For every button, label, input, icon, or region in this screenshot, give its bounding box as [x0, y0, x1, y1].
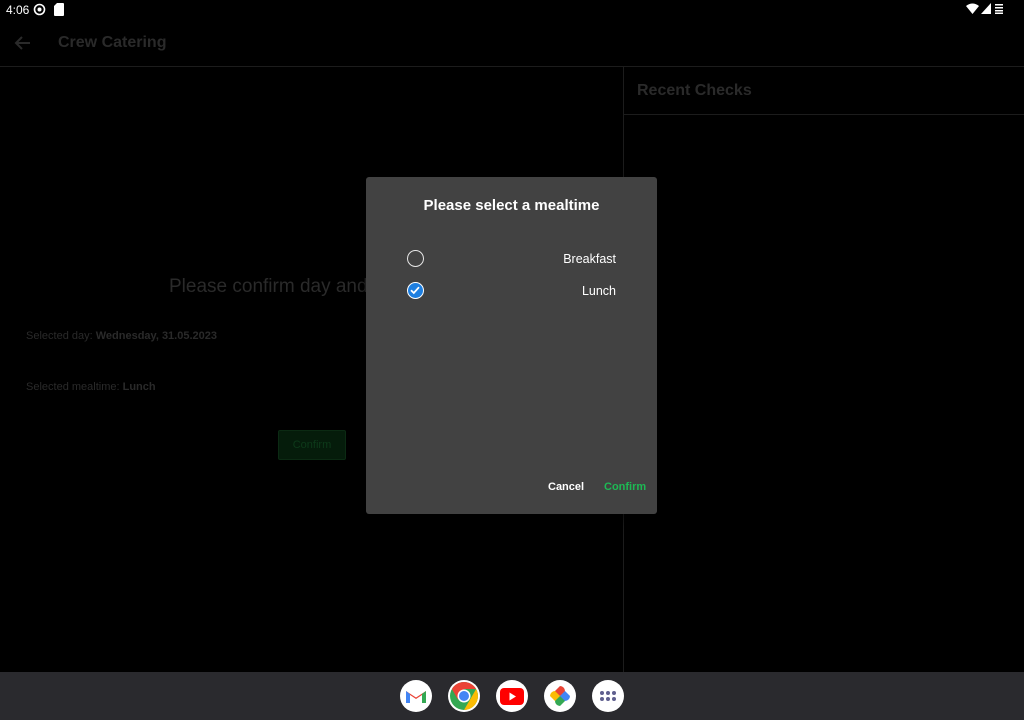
mealtime-dialog: Please select a mealtime Breakfast Lunch…	[366, 177, 657, 514]
gmail-icon[interactable]	[400, 680, 432, 712]
selected-day-text: Selected day: Wednesday, 31.05.2023	[26, 330, 217, 342]
chrome-icon[interactable]	[448, 680, 480, 712]
radio-unchecked-icon[interactable]	[407, 250, 424, 267]
status-bar: 4:06	[0, 0, 1024, 20]
selected-mealtime-label: Selected mealtime:	[26, 381, 123, 393]
option-breakfast[interactable]: Breakfast	[396, 246, 626, 274]
cancel-button[interactable]: Cancel	[548, 481, 584, 493]
app-drawer-icon[interactable]	[592, 680, 624, 712]
selected-day-label: Selected day:	[26, 330, 96, 342]
confirm-button[interactable]: Confirm	[604, 481, 646, 493]
wifi-icon	[966, 3, 979, 14]
recent-checks-title: Recent Checks	[637, 82, 752, 99]
option-label: Breakfast	[563, 252, 616, 266]
photos-icon[interactable]	[544, 680, 576, 712]
sd-card-icon	[54, 3, 64, 16]
app-bar: Crew Catering	[0, 20, 1024, 67]
radio-checked-icon[interactable]	[407, 282, 424, 299]
youtube-icon[interactable]	[496, 680, 528, 712]
status-time: 4:06	[6, 3, 30, 17]
background-confirm-button: Confirm	[278, 430, 346, 460]
cell-signal-icon	[981, 3, 991, 14]
dialog-title: Please select a mealtime	[423, 197, 600, 214]
option-label: Lunch	[581, 284, 616, 298]
selected-mealtime-text: Selected mealtime: Lunch	[26, 381, 156, 393]
selected-day-value: Wednesday, 31.05.2023	[95, 330, 217, 342]
selected-mealtime-value: Lunch	[122, 381, 156, 393]
checkmark-icon	[410, 286, 420, 295]
app-title: Crew Catering	[58, 34, 167, 51]
confirm-heading: Please confirm day and	[169, 276, 368, 297]
settings-notification-icon	[33, 3, 46, 16]
option-lunch[interactable]: Lunch	[396, 278, 626, 306]
back-arrow-icon[interactable]	[12, 32, 34, 54]
recent-checks-divider	[624, 114, 1024, 115]
battery-icon	[995, 4, 1003, 14]
